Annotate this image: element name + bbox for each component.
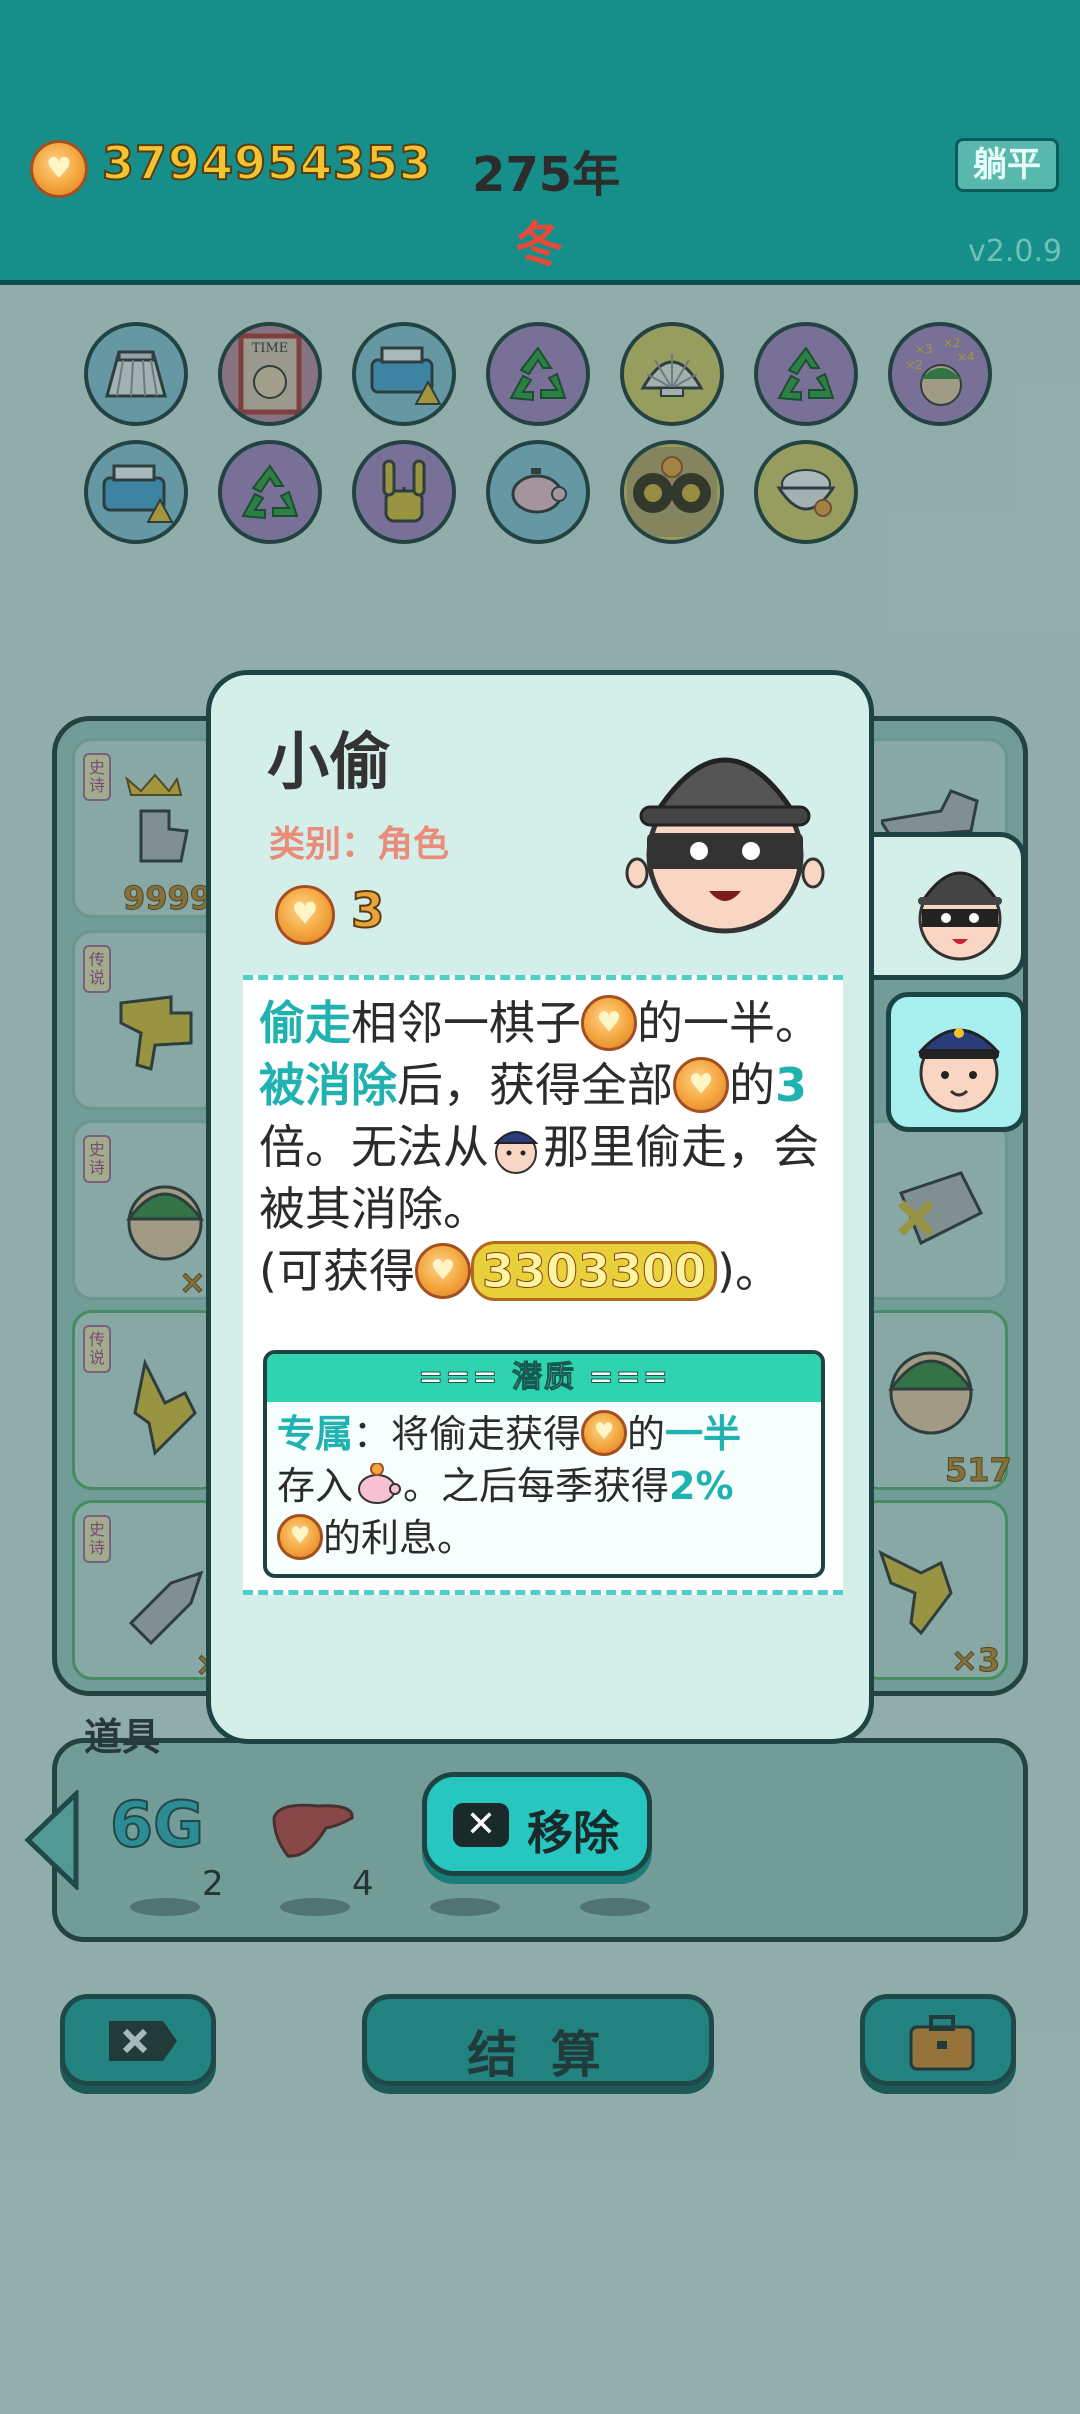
season-label: 冬 (515, 217, 564, 273)
desc-text-8: )。 (717, 1244, 781, 1298)
year-label: 275年 (472, 147, 621, 203)
gold-counter: 3794954353 (101, 135, 433, 191)
trait-header: === 潜质 === (267, 1354, 821, 1402)
coin-icon (581, 995, 637, 1051)
desc-text-5: 倍。无法从 (259, 1120, 489, 1174)
card-category: 类别：角色 (269, 824, 450, 865)
thief-portrait-icon (625, 757, 825, 934)
trait-box: === 潜质 === 专属：将偷走获得 的一半存入 。之后每季获得2% 的利息。 (263, 1350, 825, 1578)
remove-x-icon: ✕ (453, 1803, 509, 1847)
trait-text-5: 的利息。 (323, 1516, 476, 1560)
trait-text-2: 的 (627, 1412, 666, 1456)
card-title: 小偷 (267, 725, 392, 798)
remove-button[interactable]: ✕ 移除 (422, 1772, 652, 1876)
desc-text-7: (可获得 (259, 1244, 415, 1298)
desc-text-4: 的 (729, 1058, 775, 1112)
trait-text-3: 存入 (277, 1464, 354, 1508)
desc-text-3: 后，获得全部 (397, 1058, 673, 1112)
coin-icon (277, 1514, 323, 1560)
tab-police[interactable] (886, 992, 1026, 1132)
coin-icon (673, 1057, 729, 1113)
police-icon (493, 1131, 539, 1174)
keyword-rate: 2% (669, 1464, 734, 1508)
coin-icon (414, 1243, 471, 1299)
coin-icon (275, 885, 335, 945)
police-face-icon (917, 1028, 1001, 1113)
tab-thief[interactable] (854, 832, 1026, 980)
piggy-bank-icon (358, 1463, 402, 1504)
keyword-steal: 偷走 (259, 996, 351, 1050)
keyword-half: 一半 (665, 1412, 742, 1456)
keyword-multiplier: 3 (775, 1058, 808, 1112)
coin-icon (30, 140, 88, 198)
lie-flat-button[interactable]: 躺平 (955, 138, 1059, 192)
description-text: 偷走相邻一棋子的一半。被消除后，获得全部的3倍。无法从那里偷走，会被其消除。(可… (259, 992, 829, 1302)
gain-value: 3303300 (470, 1241, 718, 1301)
card-price: 3 (350, 882, 385, 940)
desc-text-2: 的一半。 (637, 996, 821, 1050)
thief-face-icon (918, 871, 1002, 961)
trait-text: 专属：将偷走获得 的一半存入 。之后每季获得2% 的利息。 (267, 1402, 821, 1570)
remove-label: 移除 (527, 1806, 619, 1860)
keyword-eliminated: 被消除 (259, 1058, 397, 1112)
card-description: 偷走相邻一棋子的一半。被消除后，获得全部的3倍。无法从那里偷走，会被其消除。(可… (243, 975, 843, 1595)
desc-text-1: 相邻一棋子 (351, 996, 581, 1050)
top-bar: 3794954353 275年 冬 躺平 v2.0.9 (0, 0, 1080, 285)
character-card: 小偷 类别：角色 3 偷走相邻一棋子的一半。被消除后，获得全部的3倍。无法从那里… (206, 670, 874, 1744)
coin-icon (581, 1410, 628, 1456)
trait-text-4: 。之后每季获得 (403, 1464, 670, 1508)
trait-text-1: ：将偷走获得 (353, 1412, 582, 1456)
version-label: v2.0.9 (968, 234, 1063, 269)
keyword-exclusive: 专属 (277, 1412, 354, 1456)
